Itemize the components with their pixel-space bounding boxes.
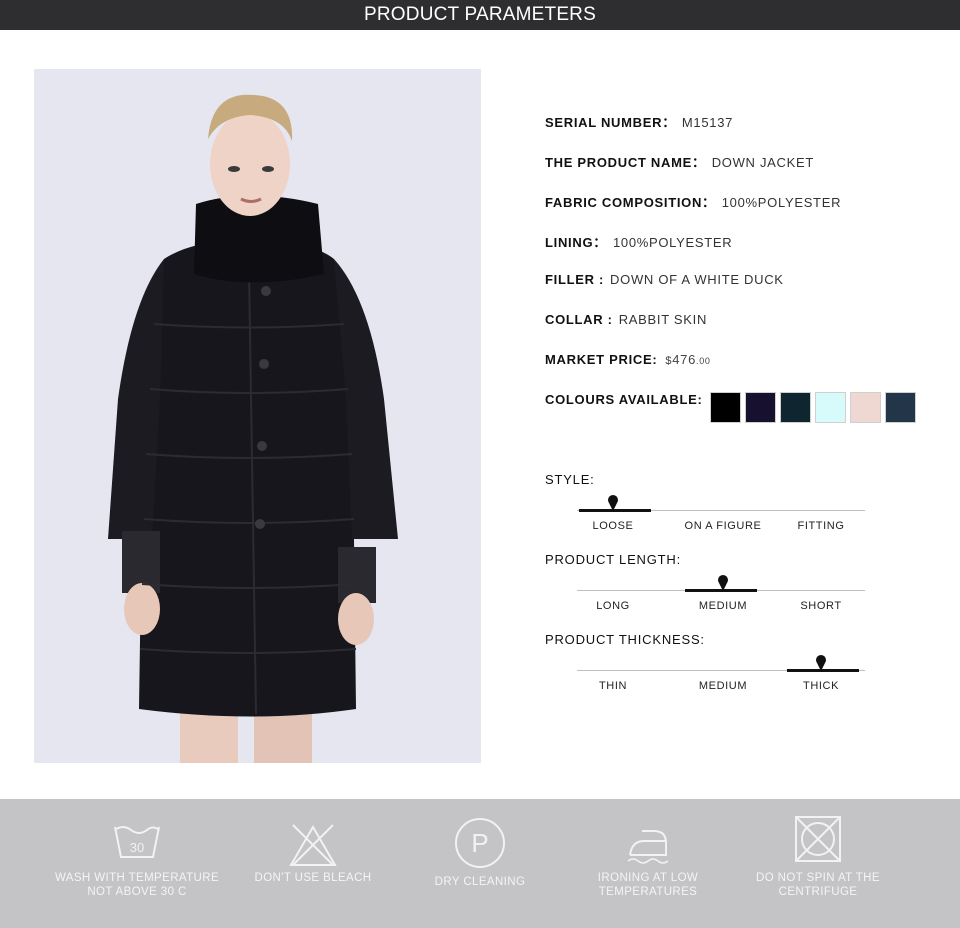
care-item-wash: 30 WASH WITH TEMPERATURE NOT ABOVE 30 C <box>47 799 227 899</box>
colour-swatches <box>710 392 920 423</box>
colour-swatch[interactable] <box>780 392 811 423</box>
care-text: NOT ABOVE 30 C <box>87 886 187 898</box>
care-text: TEMPERATURES <box>598 886 698 898</box>
care-item-bleach: DON'T USE BLEACH <box>223 799 403 885</box>
colour-swatch[interactable] <box>850 392 881 423</box>
care-item-dry-clean: P DRY CLEANING <box>390 799 570 889</box>
product-photo <box>34 69 481 763</box>
price-value: 476 <box>672 352 697 367</box>
scale-option: ON A FIGURE <box>684 520 762 532</box>
care-item-spin: DO NOT SPIN AT THE CENTRIFUGE <box>728 799 908 899</box>
scale-option: MEDIUM <box>698 600 748 612</box>
scale-option: THIN <box>598 680 628 692</box>
care-text: CENTRIFUGE <box>778 886 858 898</box>
serial-number-label: SERIAL NUMBER： <box>545 115 676 130</box>
wash-30-icon: 30 <box>114 826 160 858</box>
lining-value: 100%POLYESTER <box>612 235 733 250</box>
collar-label: COLLAR : <box>545 312 613 327</box>
dry-clean-glyph: P <box>471 828 488 858</box>
colours-row: COLOURS AVAILABLE: <box>545 392 703 407</box>
location-pin-icon <box>608 495 618 511</box>
lining-label: LINING： <box>545 235 607 250</box>
filler-label: FILLER : <box>545 272 605 287</box>
colour-swatch[interactable] <box>745 392 776 423</box>
scale-option: THICK <box>803 680 839 692</box>
fabric-row: FABRIC COMPOSITION： 100%POLYESTER <box>545 192 841 211</box>
care-text: WASH WITH TEMPERATURE <box>54 872 220 884</box>
no-spin-icon <box>795 816 841 862</box>
collar-row: COLLAR : RABBIT SKIN <box>545 312 707 327</box>
serial-number-row: SERIAL NUMBER： M15137 <box>545 112 733 131</box>
location-pin-icon <box>816 655 826 671</box>
colour-swatch[interactable] <box>710 392 741 423</box>
thickness-scale-label: PRODUCT THICKNESS: <box>545 632 705 647</box>
fabric-label: FABRIC COMPOSITION： <box>545 195 716 210</box>
care-item-iron: IRONING AT LOW TEMPERATURES <box>558 799 738 899</box>
product-name-label: THE PRODUCT NAME： <box>545 155 706 170</box>
market-price-row: MARKET PRICE: $476.00 <box>545 352 711 367</box>
page-title: PRODUCT PARAMETERS <box>364 4 596 25</box>
location-pin-icon <box>718 575 728 591</box>
scale-option: MEDIUM <box>698 680 748 692</box>
care-text: DO NOT SPIN AT THE <box>756 872 880 884</box>
care-text: DON'T USE BLEACH <box>254 872 372 884</box>
length-scale-label: PRODUCT LENGTH: <box>545 552 681 567</box>
product-name-row: THE PRODUCT NAME： DOWN JACKET <box>545 152 814 171</box>
collar-value: RABBIT SKIN <box>618 312 708 327</box>
colour-swatch[interactable] <box>885 392 916 423</box>
scale-option: SHORT <box>800 600 842 612</box>
serial-number-value: M15137 <box>681 115 734 130</box>
wash-temperature: 30 <box>130 840 144 855</box>
colours-label: COLOURS AVAILABLE: <box>545 392 703 407</box>
scale-option: LOOSE <box>592 520 634 532</box>
price-cents: .00 <box>696 356 711 366</box>
style-scale-label: STYLE: <box>545 472 595 487</box>
iron-low-icon <box>627 830 669 864</box>
length-scale: LONG MEDIUM SHORT <box>577 575 865 616</box>
dry-clean-icon: P <box>455 818 505 868</box>
colour-swatch[interactable] <box>815 392 846 423</box>
care-instructions: 30 WASH WITH TEMPERATURE NOT ABOVE 30 C … <box>0 799 960 928</box>
product-name-value: DOWN JACKET <box>711 155 814 170</box>
scale-option: LONG <box>596 600 630 612</box>
fabric-value: 100%POLYESTER <box>721 195 842 210</box>
style-scale: LOOSE ON A FIGURE FITTING <box>577 495 865 536</box>
market-price-label: MARKET PRICE: <box>545 352 658 367</box>
filler-row: FILLER : DOWN OF A WHITE DUCK <box>545 272 784 287</box>
thickness-scale: THIN MEDIUM THICK <box>577 655 865 696</box>
lining-row: LINING： 100%POLYESTER <box>545 232 732 251</box>
model-illustration <box>34 69 481 763</box>
care-text: IRONING AT LOW <box>597 872 699 884</box>
no-bleach-icon <box>289 824 337 866</box>
scale-option: FITTING <box>797 520 845 532</box>
care-text: DRY CLEANING <box>434 876 526 888</box>
filler-value: DOWN OF A WHITE DUCK <box>610 272 784 287</box>
header-bar: PRODUCT PARAMETERS <box>0 0 960 30</box>
